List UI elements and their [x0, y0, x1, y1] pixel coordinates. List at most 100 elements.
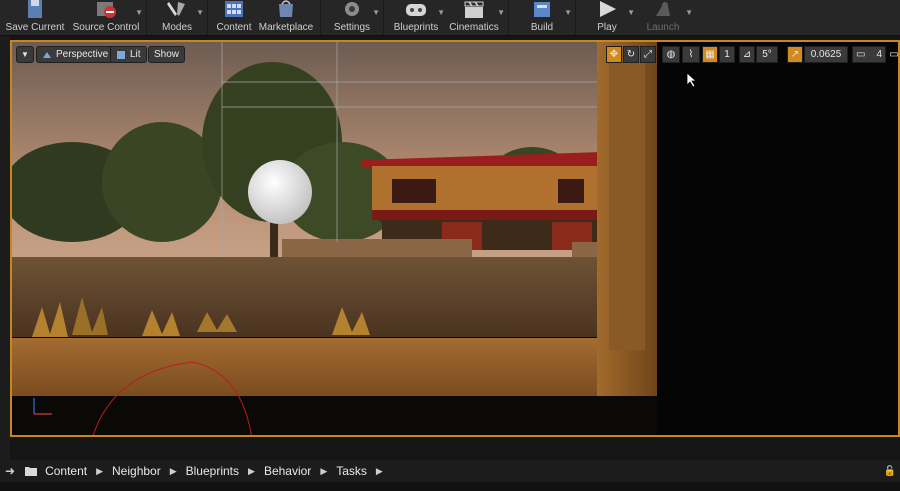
launch-icon [656, 2, 670, 16]
maximize-icon: ▭ [889, 49, 899, 60]
rotation-snap-value[interactable]: 5° [756, 46, 778, 63]
marketplace-button[interactable]: Marketplace [256, 0, 316, 36]
chevron-down-icon[interactable]: ▼ [135, 8, 143, 17]
toolbar-divider [383, 1, 384, 35]
floor-shadow [12, 396, 657, 435]
cinematics-label: Cinematics [449, 22, 499, 33]
level-viewport[interactable]: ▼ Perspective Lit Show ✥ ↻ ⤢ ◍ ⌇ ▦ 1 ⊿ 5… [10, 40, 900, 437]
source-control-icon [97, 2, 116, 18]
save-icon [28, 0, 42, 18]
gear-icon [345, 2, 359, 16]
source-control-label: Source Control [72, 22, 140, 33]
camera-speed-button[interactable]: ▭ 4 [852, 46, 886, 63]
breadcrumb-item-behavior[interactable]: Behavior [264, 464, 311, 478]
camera-speed-label: 4 [876, 49, 882, 60]
settings-label: Settings [333, 22, 371, 33]
rotate-icon: ↻ [626, 49, 636, 60]
toolbar-divider [575, 1, 576, 35]
bottom-strip [0, 482, 900, 491]
chevron-down-icon[interactable]: ▼ [564, 8, 572, 17]
blueprints-label: Blueprints [393, 22, 439, 33]
mouse-cursor-icon [686, 72, 698, 88]
breadcrumb-item-content[interactable]: Content [45, 464, 87, 478]
launch-button[interactable]: Launch ▼ [634, 0, 693, 36]
play-label: Play [597, 22, 617, 33]
toolbar-divider [508, 1, 509, 35]
content-button[interactable]: Content [212, 0, 256, 36]
scale-snap-value-label: 0.0625 [810, 49, 842, 60]
show-button[interactable]: Show [148, 46, 186, 63]
grid-snap-value[interactable]: 1 [719, 46, 735, 63]
white-sphere[interactable] [248, 160, 312, 224]
toolbar-divider [146, 1, 147, 35]
settings-button[interactable]: Settings ▼ [325, 0, 380, 36]
chevron-down-icon[interactable]: ▼ [372, 8, 380, 17]
chevron-right-icon[interactable]: ▶ [170, 466, 177, 477]
scale-snap-icon: ↗ [790, 49, 800, 60]
source-control-button[interactable]: Source Control ▼ [70, 0, 143, 36]
lit-button[interactable]: Lit [110, 46, 147, 63]
breadcrumb-item-tasks[interactable]: Tasks [336, 464, 367, 478]
modes-button[interactable]: Modes ▼ [151, 0, 204, 36]
grid-snap-value-label: 1 [724, 49, 730, 60]
left-panel-edge [0, 36, 10, 460]
blueprints-button[interactable]: Blueprints ▼ [388, 0, 445, 36]
build-icon [534, 2, 550, 17]
chevron-down-icon[interactable]: ▼ [685, 8, 693, 17]
play-icon [600, 1, 616, 17]
world-local-toggle[interactable]: ◍ [662, 46, 680, 63]
breadcrumb-item-neighbor[interactable]: Neighbor [112, 464, 161, 478]
lit-label: Lit [130, 49, 141, 60]
history-forward-icon[interactable]: ➜ [5, 464, 15, 478]
modes-label: Modes [161, 22, 192, 33]
unreal-editor: Save Current Source Control ▼ Modes ▼ Co… [0, 0, 900, 491]
scale-icon: ⤢ [644, 49, 652, 60]
chevron-right-icon[interactable]: ▶ [248, 466, 255, 477]
chevron-down-icon[interactable]: ▼ [196, 8, 204, 17]
scale-tool-button[interactable]: ⤢ [640, 46, 656, 63]
cinematics-button[interactable]: Cinematics ▼ [444, 0, 505, 36]
camera-icon: ▭ [856, 49, 866, 60]
toolbar-divider [207, 1, 208, 35]
content-label: Content [216, 22, 252, 33]
marketplace-icon [279, 0, 293, 17]
toolbar-divider [320, 1, 321, 35]
chevron-right-icon[interactable]: ▶ [376, 466, 383, 477]
chevron-right-icon[interactable]: ▶ [96, 466, 103, 477]
play-button[interactable]: Play ▼ [580, 0, 635, 36]
rotate-tool-button[interactable]: ↻ [623, 46, 639, 63]
blueprint-icon [406, 4, 426, 16]
launch-label: Launch [646, 22, 680, 33]
maximize-viewport-button[interactable]: ▭ [888, 46, 899, 63]
lit-icon [117, 50, 125, 59]
chevron-down-icon[interactable]: ▼ [497, 8, 505, 17]
surface-snap-button[interactable]: ⌇ [682, 46, 700, 63]
chevron-down-icon: ▼ [21, 50, 29, 59]
perspective-label: Perspective [56, 49, 109, 60]
translate-tool-button[interactable]: ✥ [606, 46, 622, 63]
breadcrumb: Content ▶ Neighbor ▶ Blueprints ▶ Behavior ▶… [45, 464, 392, 478]
breadcrumb-item-blueprints[interactable]: Blueprints [186, 464, 239, 478]
save-current-button[interactable]: Save Current [0, 0, 70, 36]
grid-icon: ▦ [705, 49, 715, 60]
window-frame-inner [609, 50, 645, 350]
viewport-options-button[interactable]: ▼ [16, 46, 34, 63]
grid-snap-toggle[interactable]: ▦ [702, 46, 718, 63]
scale-snap-value[interactable]: 0.0625 [804, 46, 848, 63]
rotation-snap-toggle[interactable]: ⊿ [739, 46, 755, 63]
modes-icon [167, 2, 185, 16]
window-sill [12, 338, 657, 396]
dark-wall [657, 42, 898, 435]
content-browser-icon [225, 1, 243, 17]
chevron-right-icon[interactable]: ▶ [320, 466, 327, 477]
perspective-icon [43, 51, 51, 58]
save-current-label: Save Current [5, 22, 65, 33]
scale-snap-toggle[interactable]: ↗ [787, 46, 803, 63]
perspective-button[interactable]: Perspective [36, 46, 115, 63]
move-icon: ✥ [609, 49, 619, 60]
build-button[interactable]: Build ▼ [513, 0, 572, 36]
viewport-scene[interactable] [12, 42, 900, 437]
build-label: Build [530, 22, 554, 33]
lock-icon[interactable]: 🔓 [884, 466, 896, 477]
content-browser-path-bar: ➜ Content ▶ Neighbor ▶ Blueprints ▶ Behavio… [0, 460, 900, 482]
